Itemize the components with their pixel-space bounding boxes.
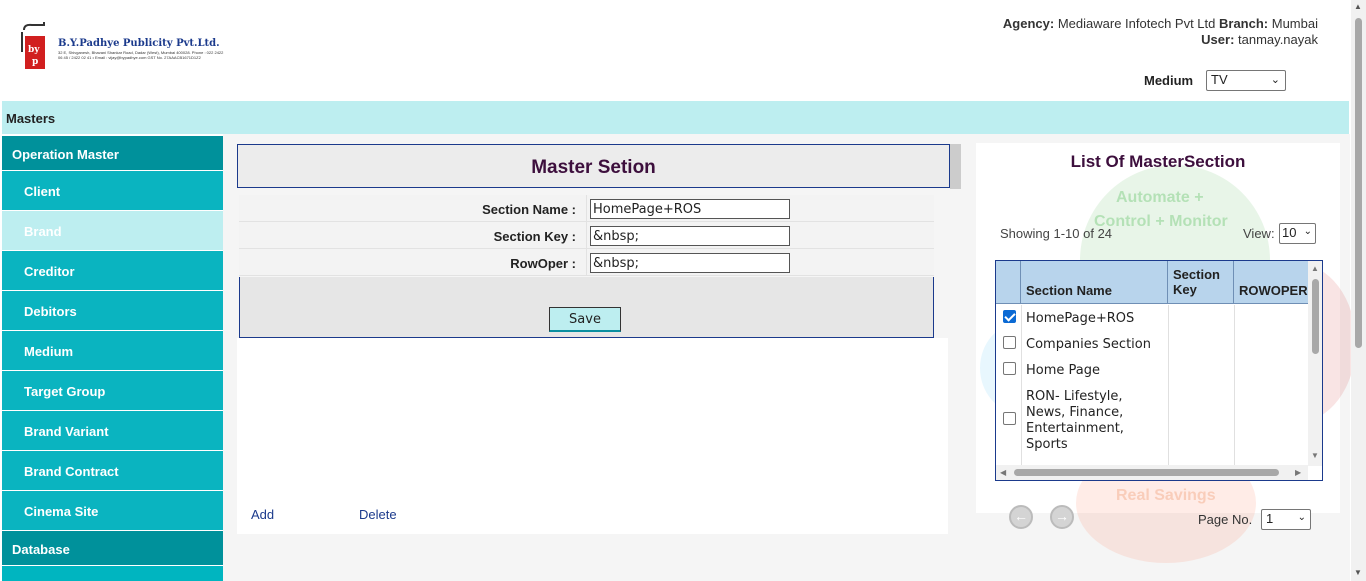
- row-checkbox[interactable]: [1003, 310, 1016, 323]
- watermark-text-1: Automate +: [1116, 189, 1204, 206]
- grid-header-section-name[interactable]: Section Name: [1021, 261, 1168, 304]
- rowoper-label: RowOper :: [239, 249, 587, 275]
- sidebar-item-target-group[interactable]: Target Group: [2, 371, 223, 411]
- row-checkbox[interactable]: [1003, 362, 1016, 375]
- logo-company-name: B.Y.Padhye Publicity Pvt.Ltd.: [58, 38, 220, 49]
- sidebar-item-brand-variant[interactable]: Brand Variant: [2, 411, 223, 451]
- scroll-up-icon[interactable]: ▲: [1354, 2, 1362, 11]
- section-name-label: Section Name :: [239, 195, 587, 221]
- form-row-rowoper: RowOper : &nbsp;: [239, 249, 934, 276]
- sidebar-item-creditor[interactable]: Creditor: [2, 251, 223, 291]
- scroll-right-icon[interactable]: ▶: [1295, 468, 1301, 477]
- table-row[interactable]: Home Page: [996, 357, 1308, 383]
- save-panel: Save: [239, 277, 934, 338]
- scroll-thumb[interactable]: [1355, 18, 1362, 348]
- form-blank-area: [237, 338, 948, 534]
- page-scrollbar[interactable]: ▲ ▼: [1351, 0, 1366, 581]
- row-section-name: Companies Section: [1026, 337, 1151, 352]
- table-row[interactable]: RON- Lifestyle, News, Finance, Entertain…: [996, 383, 1308, 453]
- medium-select[interactable]: TV ⌄: [1206, 70, 1286, 91]
- row-checkbox[interactable]: [1003, 336, 1016, 349]
- section-key-input[interactable]: &nbsp;: [590, 226, 790, 246]
- sidebar-item-client[interactable]: Client: [2, 171, 223, 211]
- row-section-name: HomePage+ROS: [1026, 311, 1135, 326]
- section-grid: Section Name Section Key ROWOPER HomePag…: [995, 260, 1323, 481]
- form-table: Section Name : HomePage+ROS Section Key …: [239, 195, 934, 276]
- company-logo: by p B.Y.Padhye Publicity Pvt.Ltd. 32 E,…: [18, 22, 223, 72]
- form-title-shadow: [950, 144, 961, 189]
- app-header: by p B.Y.Padhye Publicity Pvt.Ltd. 32 E,…: [0, 0, 1350, 101]
- sidebar-item-brand-contract[interactable]: Brand Contract: [2, 451, 223, 491]
- section-name-input[interactable]: HomePage+ROS: [590, 199, 790, 219]
- rowoper-input[interactable]: &nbsp;: [590, 253, 790, 273]
- sidebar-item-cinema-site[interactable]: Cinema Site: [2, 491, 223, 531]
- row-checkbox[interactable]: [1003, 412, 1016, 425]
- sidebar: Operation Master Client Brand Creditor D…: [2, 136, 223, 581]
- grid-header-rowoper[interactable]: ROWOPER: [1234, 261, 1314, 304]
- scroll-left-icon[interactable]: ◀: [1000, 468, 1006, 477]
- grid-header-select: [996, 261, 1021, 304]
- agency-info: Agency: Mediaware Infotech Pvt Ltd Branc…: [1003, 16, 1318, 48]
- scroll-thumb[interactable]: [1014, 469, 1279, 476]
- sidebar-item-medium[interactable]: Medium: [2, 331, 223, 371]
- grid-horizontal-scrollbar[interactable]: ◀ ▶: [996, 465, 1308, 480]
- grid-vertical-scrollbar[interactable]: ▲ ▼: [1308, 261, 1322, 466]
- chevron-down-icon: ⌄: [1303, 226, 1312, 237]
- masters-bar: Masters: [2, 101, 1349, 134]
- scroll-up-icon[interactable]: ▲: [1311, 264, 1319, 273]
- grid-header: Section Name Section Key ROWOPER: [996, 261, 1308, 304]
- row-section-name: Home Page: [1026, 363, 1100, 378]
- user-line: User: tanmay.nayak: [1201, 32, 1318, 47]
- list-title: List Of MasterSection: [1070, 152, 1246, 171]
- medium-label: Medium: [1144, 73, 1194, 88]
- scroll-thumb[interactable]: [1312, 279, 1319, 354]
- page-number-label: Page No.: [1198, 512, 1253, 527]
- scroll-down-icon[interactable]: ▼: [1354, 568, 1362, 577]
- save-button[interactable]: Save: [549, 307, 621, 332]
- grid-header-section-key[interactable]: Section Key: [1168, 261, 1234, 304]
- svg-text:p: p: [32, 57, 38, 67]
- form-row-section-key: Section Key : &nbsp;: [239, 222, 934, 249]
- chevron-down-icon: ⌄: [1270, 74, 1280, 86]
- section-key-label: Section Key :: [239, 222, 587, 248]
- watermark-text-3: Real Savings: [1116, 487, 1216, 504]
- showing-count: Showing 1-10 of 24: [1000, 226, 1113, 241]
- form-row-section-name: Section Name : HomePage+ROS: [239, 195, 934, 222]
- scroll-down-icon[interactable]: ▼: [1311, 451, 1319, 460]
- grid-body: HomePage+ROS Companies Section Home Page…: [996, 305, 1308, 465]
- form-title: Master Setion: [237, 144, 950, 188]
- table-row[interactable]: Companies Section: [996, 331, 1308, 357]
- row-section-name: RON- Lifestyle, News, Finance, Entertain…: [1026, 389, 1124, 452]
- view-label: View:: [1243, 226, 1275, 241]
- view-count-select[interactable]: 10 ⌄: [1279, 223, 1316, 244]
- chevron-down-icon: ⌄: [1297, 512, 1306, 523]
- page-number-select[interactable]: 1 ⌄: [1261, 509, 1311, 530]
- next-arrow-icon[interactable]: →: [1050, 505, 1074, 529]
- prev-arrow-icon[interactable]: ←: [1009, 505, 1033, 529]
- sidebar-item-debitors[interactable]: Debitors: [2, 291, 223, 331]
- logo-address: 32 E, Shivganesh, Bhavani Shankar Road, …: [58, 50, 224, 60]
- agency-line: Agency: Mediaware Infotech Pvt Ltd Branc…: [1002, 16, 1318, 31]
- sidebar-header-operation-master[interactable]: Operation Master: [2, 136, 223, 171]
- svg-text:by: by: [28, 45, 40, 55]
- add-link[interactable]: Add: [251, 507, 274, 522]
- sidebar-item-brand[interactable]: Brand: [2, 211, 223, 251]
- delete-link[interactable]: Delete: [359, 507, 397, 522]
- table-row[interactable]: HomePage+ROS: [996, 305, 1308, 331]
- watermark-text-2: Control + Monitor: [1094, 213, 1228, 230]
- logo-mark-icon: by p: [21, 22, 45, 69]
- sidebar-header-database[interactable]: Database: [2, 531, 223, 566]
